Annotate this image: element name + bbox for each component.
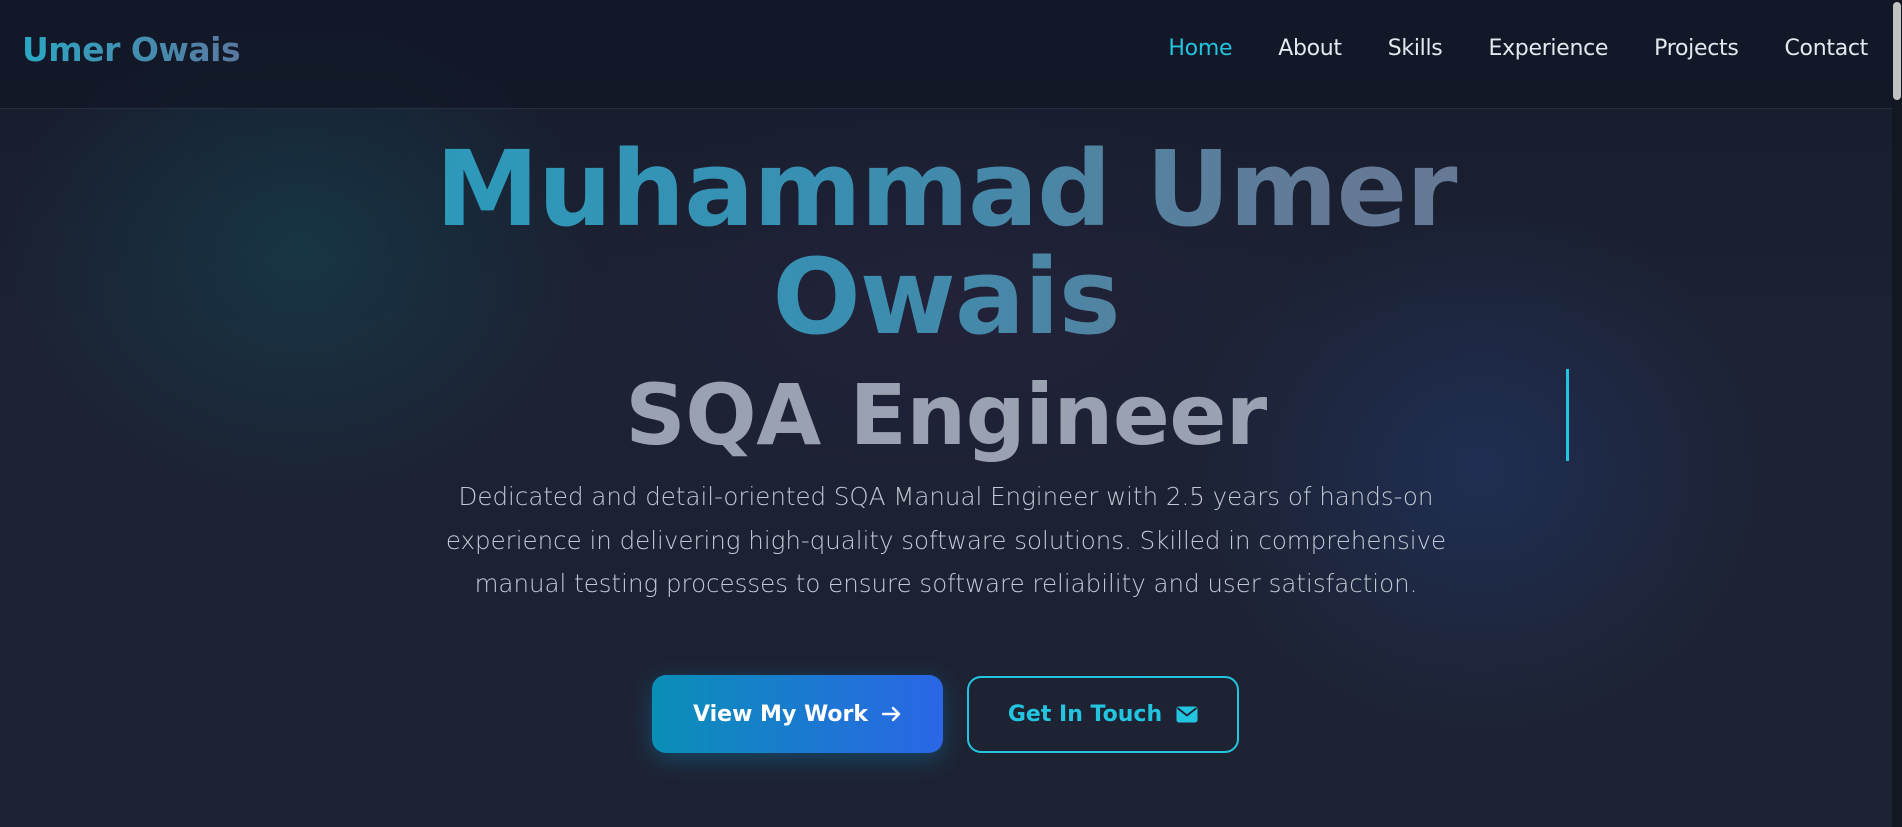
nav-link-contact[interactable]: Contact [1785, 36, 1869, 61]
hero-name-line2: Owais [772, 236, 1120, 358]
brand-logo[interactable]: Umer Owais [22, 30, 241, 69]
get-in-touch-button[interactable]: Get In Touch [967, 676, 1239, 753]
hero-role-container: SQA Engineer [0, 368, 1892, 464]
nav-link-about[interactable]: About [1278, 36, 1342, 61]
nav-link-home[interactable]: Home [1168, 36, 1232, 61]
nav-link-projects[interactable]: Projects [1654, 36, 1739, 61]
page-scrollbar[interactable] [1892, 0, 1902, 827]
view-my-work-label: View My Work [692, 701, 869, 727]
arrow-right-icon [882, 706, 902, 722]
nav-link-experience[interactable]: Experience [1488, 36, 1608, 61]
typing-cursor [1566, 369, 1569, 461]
nav-link-skills[interactable]: Skills [1388, 36, 1443, 61]
hero-name-line1: Muhammad Umer [435, 128, 1457, 250]
page: Umer Owais Home About Skills Experience … [0, 0, 1902, 827]
nav-links: Home About Skills Experience Projects Co… [1168, 36, 1868, 61]
get-in-touch-label: Get In Touch [1007, 702, 1163, 727]
scrollbar-thumb[interactable] [1893, 2, 1901, 100]
top-navbar: Umer Owais Home About Skills Experience … [0, 0, 1892, 109]
view-my-work-button[interactable]: View My Work [652, 675, 943, 753]
hero-name: Muhammad Umer Owais [0, 135, 1892, 351]
hero-description: Dedicated and detail-oriented SQA Manual… [445, 482, 1447, 598]
envelope-icon [1176, 706, 1198, 723]
hero-role: SQA Engineer [625, 368, 1267, 464]
